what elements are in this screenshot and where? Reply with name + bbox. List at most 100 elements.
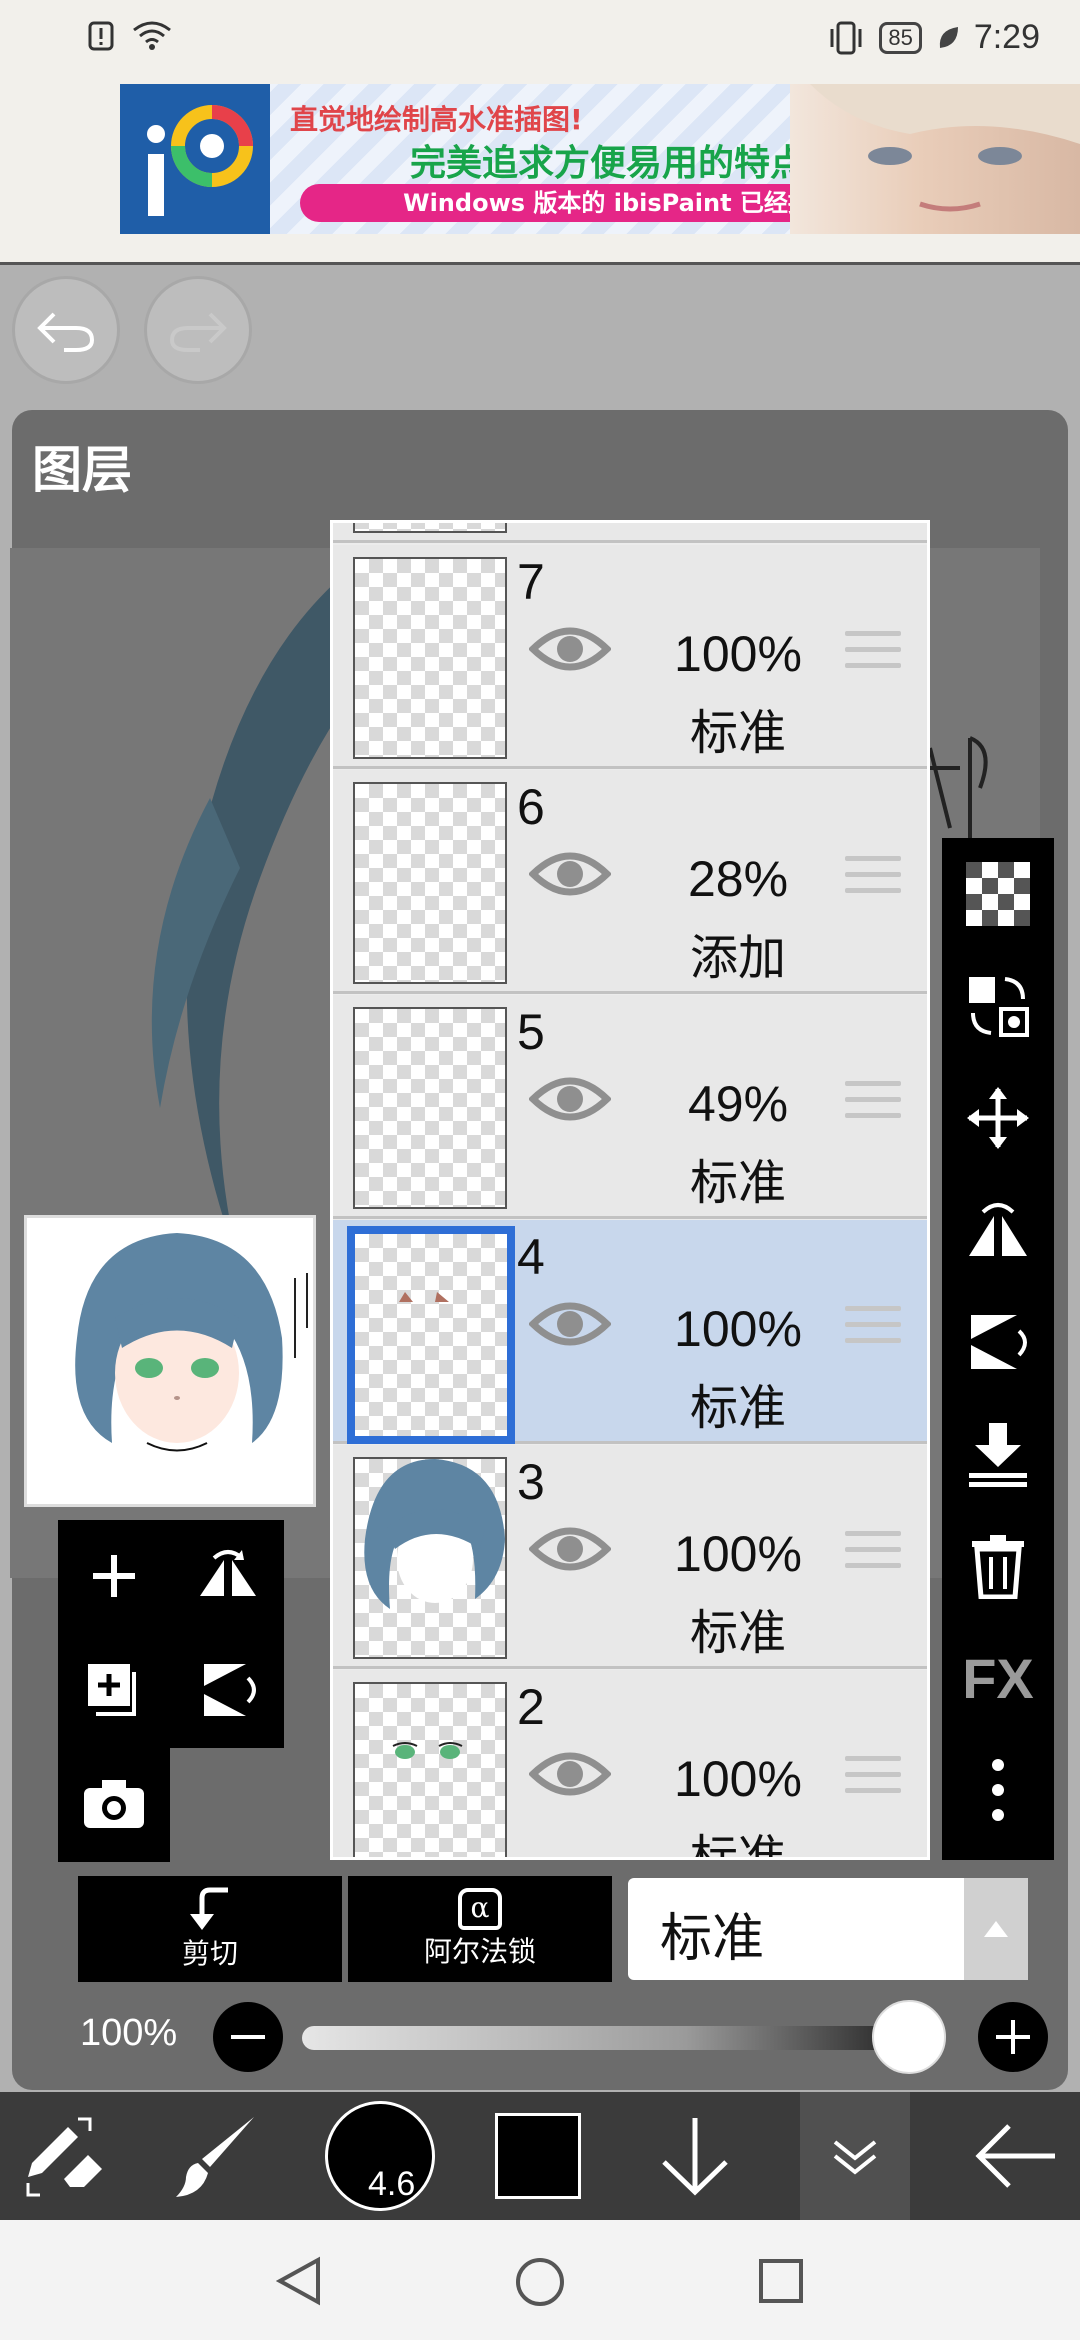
undo-icon (37, 312, 95, 352)
move-layer-button[interactable] (942, 1062, 1054, 1174)
opacity-slider[interactable] (302, 2026, 942, 2050)
nav-recents-icon[interactable] (758, 2258, 804, 2304)
more-options-button[interactable] (942, 1734, 1054, 1846)
add-layer-icon (88, 1664, 136, 1716)
swap-icon (969, 977, 1029, 1037)
layer-list[interactable]: 7 100% 标准 6 28% 添加 5 49% 标准 4 100% 标准 3 100% 标准 2 100% 标准 (330, 520, 930, 1860)
visibility-eye-icon[interactable] (529, 1521, 611, 1577)
layer-thumbnail[interactable] (353, 1682, 507, 1857)
undo-button[interactable] (12, 276, 120, 384)
arrow-down-icon (662, 2118, 728, 2196)
ad-subheadline: 完美追求方便易用的特点! (410, 143, 823, 184)
layer-thumbnail[interactable] (347, 1226, 515, 1444)
layer-thumbnail[interactable] (353, 782, 507, 984)
alpha-lock-label: 阿尔法锁 (423, 1935, 536, 1968)
layers-toggle-button[interactable] (800, 2092, 910, 2220)
clip-label: 剪切 (181, 1937, 238, 1970)
merge-down-icon (969, 1423, 1027, 1487)
flip-h-layer-button[interactable] (942, 1174, 1054, 1286)
flip-horizontal-button[interactable] (172, 1520, 284, 1632)
layer-number: 2 (517, 1679, 545, 1735)
drag-handle-icon[interactable] (845, 631, 901, 679)
visibility-eye-icon[interactable] (529, 1746, 611, 1802)
layer-row[interactable]: 5 49% 标准 (333, 995, 927, 1219)
camera-icon (84, 1780, 144, 1828)
wifi-icon (133, 21, 171, 50)
camera-button[interactable] (58, 1748, 170, 1860)
tool-switch-button[interactable] (0, 2092, 130, 2220)
clock: 7:29 (973, 18, 1040, 56)
blend-mode-select[interactable]: 标准 (628, 1878, 1028, 1980)
plus-icon (996, 2020, 1030, 2054)
swap-layer-button[interactable] (942, 950, 1054, 1062)
flip-vertical-button[interactable] (172, 1634, 284, 1746)
layer-row[interactable]: 2 100% 标准 (333, 1670, 927, 1857)
add-layer-button[interactable] (58, 1520, 170, 1632)
visibility-eye-icon[interactable] (529, 846, 611, 902)
dropdown-arrow-icon (964, 1878, 1028, 1980)
move-down-button[interactable] (640, 2092, 750, 2220)
chevron-double-down-icon (833, 2140, 877, 2175)
brush-tool-button[interactable] (150, 2092, 280, 2220)
opacity-increase-button[interactable] (978, 2002, 1048, 2072)
camera-tool (58, 1748, 170, 1862)
fx-button[interactable]: FX (942, 1622, 1054, 1734)
layer-thumbnail[interactable] (353, 1457, 507, 1659)
redo-button[interactable] (144, 276, 252, 384)
move-icon (967, 1087, 1029, 1149)
transparency-button[interactable] (942, 838, 1054, 950)
layer-row[interactable]: 3 100% 标准 (333, 1445, 927, 1669)
drag-handle-icon[interactable] (845, 1756, 901, 1804)
drag-handle-icon[interactable] (845, 1531, 901, 1579)
system-nav-bar (0, 2220, 1080, 2340)
delete-layer-button[interactable] (942, 1510, 1054, 1622)
canvas-preview[interactable] (24, 1215, 316, 1507)
layer-left-tools (58, 1520, 284, 1748)
plus-icon (93, 1555, 135, 1597)
lock-icon: α (458, 1888, 502, 1930)
opacity-slider-handle[interactable] (872, 2000, 946, 2074)
layer-opacity: 100% (674, 626, 802, 682)
checkerboard-icon (966, 862, 1030, 926)
drag-handle-icon[interactable] (845, 1306, 901, 1354)
brush-size-value: 4.6 (368, 2165, 416, 2203)
layer-row[interactable]: 6 28% 添加 (333, 770, 927, 994)
clip-arrow-icon (190, 1887, 228, 1930)
layer-number: 3 (517, 1454, 545, 1510)
opacity-decrease-button[interactable] (213, 2002, 283, 2072)
layer-thumbnail[interactable] (353, 557, 507, 759)
layer-row[interactable]: 4 100% 标准 (333, 1220, 927, 1444)
layer-row[interactable]: 7 100% 标准 (333, 545, 927, 769)
visibility-eye-icon[interactable] (529, 621, 611, 677)
ad-banner[interactable]: 直觉地绘制高水准插图! 完美追求方便易用的特点! Windows 版本的 ibi… (120, 84, 1080, 234)
layer-blend-mode: 标准 (689, 1380, 786, 1436)
layer-blend-mode: 标准 (689, 1605, 786, 1661)
layer-right-toolbar: FX (942, 838, 1054, 1860)
drag-handle-icon[interactable] (845, 1081, 901, 1129)
clip-button[interactable]: 剪切 (78, 1876, 342, 1982)
drag-handle-icon[interactable] (845, 856, 901, 904)
leaf-icon (939, 26, 958, 48)
nav-home-icon[interactable] (514, 2256, 566, 2308)
layer-thumbnail[interactable] (353, 1007, 507, 1209)
ad-headline: 直觉地绘制高水准插图! (290, 103, 583, 136)
brush-size-button[interactable]: 4.6 (320, 2092, 440, 2220)
layer-opacity: 28% (687, 851, 789, 907)
flip-vertical-icon (971, 1315, 1027, 1369)
layer-number: 5 (517, 1004, 545, 1060)
color-button[interactable] (490, 2092, 586, 2220)
layer-opacity: 49% (687, 1076, 789, 1132)
visibility-eye-icon[interactable] (529, 1296, 611, 1352)
visibility-eye-icon[interactable] (529, 1071, 611, 1127)
flip-v-layer-button[interactable] (942, 1286, 1054, 1398)
add-fill-layer-button[interactable] (58, 1634, 170, 1746)
blend-mode-value: 标准 (660, 1909, 765, 1969)
vibrate-icon (830, 21, 862, 54)
layer-blend-mode: 添加 (689, 930, 786, 986)
alpha-lock-button[interactable]: α 阿尔法锁 (348, 1876, 612, 1982)
ibispaint-logo (120, 84, 270, 234)
brush-icon (176, 2117, 254, 2197)
nav-back-icon[interactable] (276, 2256, 322, 2306)
merge-down-button[interactable] (942, 1398, 1054, 1510)
back-button[interactable] (960, 2092, 1070, 2220)
